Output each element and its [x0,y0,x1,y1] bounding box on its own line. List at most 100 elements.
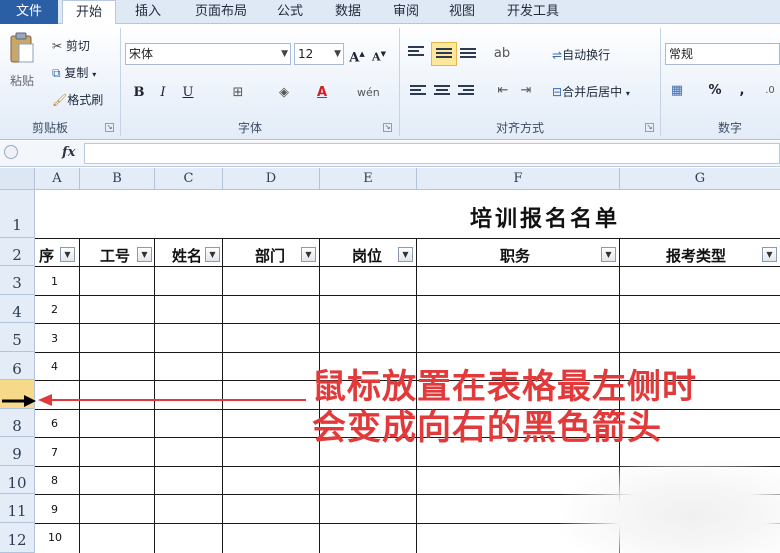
row-header-4[interactable]: 4 [0,295,35,323]
increase-indent-icon[interactable]: ⇥ [516,81,536,101]
brush-icon: 🖌 [52,93,68,107]
col-header-b[interactable]: B [80,168,155,190]
filter-dropdown-icon[interactable]: ▼ [205,247,220,262]
serial-cell[interactable]: 1 [51,275,58,288]
col-header-d[interactable]: D [223,168,320,190]
phonetic-icon[interactable]: wén [357,83,380,103]
font-name-select[interactable]: 宋体 ▼ [125,43,291,65]
copy-icon: ⧉ [52,66,61,80]
tab-insert[interactable]: 插入 [126,0,170,24]
comma-button[interactable]: , [732,81,752,101]
font-group-label: 字体 [237,121,262,135]
bold-button[interactable]: B [129,83,149,103]
row-header-8[interactable]: 8 [0,409,35,437]
merge-center-button[interactable]: ⊟合并后居中 ▾ [552,83,630,100]
font-size-select[interactable]: 12 ▼ [294,43,344,65]
row-header-6[interactable]: 6 [0,352,35,380]
select-all-corner[interactable] [0,168,35,190]
underline-button[interactable]: U [178,83,198,103]
serial-cell[interactable]: 9 [51,503,58,516]
tab-data[interactable]: 数据 [326,0,370,24]
grow-font-label: A [349,50,360,66]
copy-label: 复制 [64,66,89,80]
format-painter-button[interactable]: 🖌格式刷 [52,91,103,108]
copy-button[interactable]: ⧉ 复制 ▾ [52,64,96,81]
grow-font-button[interactable]: A▲ [347,44,367,66]
header-employee-id: 工号 [100,247,131,265]
name-box[interactable] [4,145,18,159]
number-group-label: 数字 [717,121,742,135]
clipboard-launcher-icon[interactable]: ↘ [105,123,114,132]
serial-cell[interactable]: 8 [51,474,58,487]
fill-color-icon[interactable]: ◈ [274,83,294,103]
serial-cell[interactable]: 6 [51,417,58,430]
tab-formulas[interactable]: 公式 [268,0,312,24]
alignment-launcher-icon[interactable]: ↘ [645,123,654,132]
cut-button[interactable]: ✂ 剪切 [52,37,90,54]
tab-page-layout[interactable]: 页面布局 [186,0,256,24]
tab-developer[interactable]: 开发工具 [498,0,568,24]
decrease-indent-icon[interactable]: ⇤ [493,81,513,101]
chevron-down-icon: ▼ [334,49,341,59]
font-size-value: 12 [298,47,314,61]
accounting-format-icon[interactable]: ▦ [667,81,687,101]
format-painter-label: 格式刷 [67,93,104,107]
row-header-11[interactable]: 11 [0,494,35,523]
col-header-c[interactable]: C [155,168,223,190]
header-post: 岗位 [352,247,383,265]
filter-dropdown-icon[interactable]: ▼ [60,247,75,262]
font-color-icon[interactable]: A [312,83,332,103]
wrap-text-button[interactable]: ⇌自动换行 [552,46,610,63]
filter-dropdown-icon[interactable]: ▼ [601,247,616,262]
serial-cell[interactable]: 3 [51,332,58,345]
shrink-font-button[interactable]: A▼ [369,44,389,64]
col-header-e[interactable]: E [320,168,417,190]
paste-button[interactable]: 粘贴 [10,72,34,89]
cut-label: 剪切 [65,39,90,53]
tab-review[interactable]: 审阅 [384,0,428,24]
filter-dropdown-icon[interactable]: ▼ [398,247,413,262]
row-header-3[interactable]: 3 [0,266,35,295]
red-arrow-icon [38,394,306,406]
row-header-12[interactable]: 12 [0,523,35,553]
col-header-a[interactable]: A [35,168,80,190]
number-format-select[interactable]: 常规 [665,43,780,65]
tab-view[interactable]: 视图 [440,0,484,24]
row-header-2[interactable]: 2 [0,238,35,266]
header-name: 姓名 [172,247,203,265]
italic-button[interactable]: I [153,83,173,103]
row-header-5[interactable]: 5 [0,323,35,352]
tab-home[interactable]: 开始 [62,0,116,25]
filter-dropdown-icon[interactable]: ▼ [137,247,152,262]
row-header-1[interactable]: 1 [0,190,35,238]
sheet-title: 培训报名名单 [470,206,621,232]
serial-cell[interactable]: 2 [51,303,58,316]
col-header-g[interactable]: G [620,168,780,190]
font-launcher-icon[interactable]: ↘ [383,123,392,132]
orientation-icon[interactable]: ab [492,44,512,64]
col-header-f[interactable]: F [417,168,620,190]
row-header-9[interactable]: 9 [0,437,35,466]
annotation-line-2: 会变成向右的黑色箭头 [312,408,662,448]
watermark-blur [560,458,780,553]
borders-icon[interactable]: ⊞ [228,83,248,103]
serial-cell[interactable]: 4 [51,360,58,373]
number-format-value: 常规 [669,47,694,61]
serial-cell[interactable]: 10 [48,531,62,544]
serial-cell[interactable]: 7 [51,446,58,459]
merge-center-label: 合并后居中 [562,85,623,99]
worksheet-grid: A B C D E F G 1 2 3 4 5 6 7 8 9 10 11 12… [0,168,780,553]
filter-dropdown-icon[interactable]: ▼ [762,247,777,262]
percent-button[interactable]: % [705,81,725,101]
increase-decimal-icon[interactable]: .0 [760,81,780,101]
filter-dropdown-icon[interactable]: ▼ [301,247,316,262]
align-middle-icon[interactable] [431,42,457,66]
paste-icon[interactable] [8,32,36,66]
row-header-10[interactable]: 10 [0,466,35,494]
formula-input[interactable] [84,143,780,164]
tab-file[interactable]: 文件 [0,0,58,24]
font-name-value: 宋体 [129,47,154,61]
ribbon-home: 粘贴 ✂ 剪切 ⧉ 复制 ▾ 🖌格式刷 剪贴板 ↘ 宋体 ▼ 12 ▼ A▲ A▼ … [0,24,780,140]
fx-icon[interactable]: fx [62,145,75,160]
ribbon-tab-bar: 文件 开始 插入 页面布局 公式 数据 审阅 视图 开发工具 [0,0,780,25]
